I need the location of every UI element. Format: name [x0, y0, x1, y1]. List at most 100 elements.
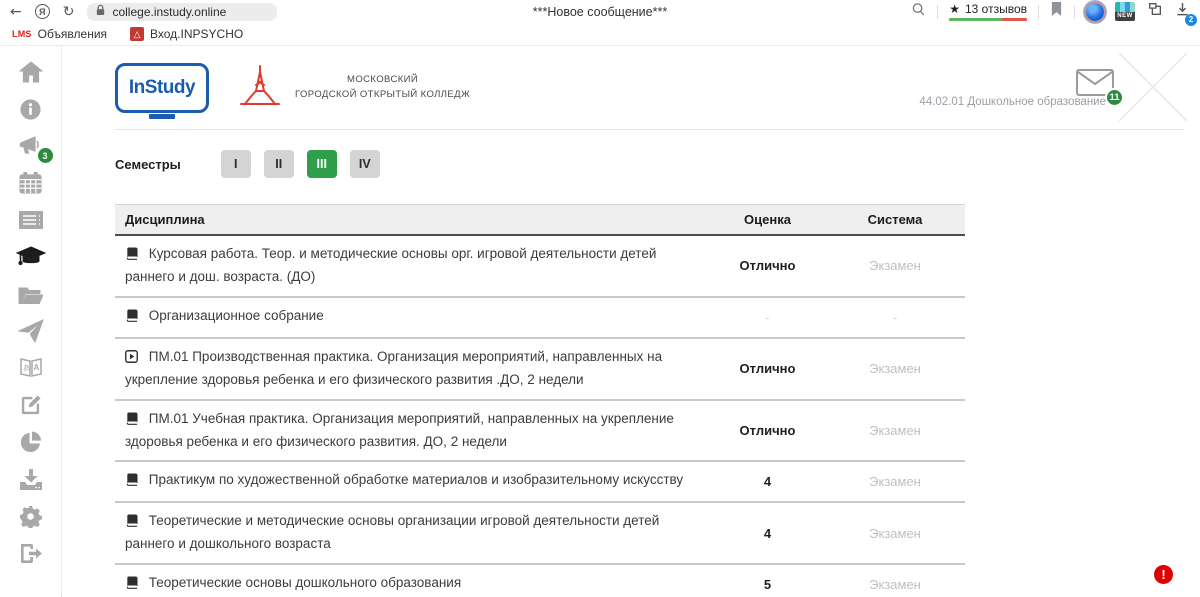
refresh-button[interactable]: ↻: [63, 5, 75, 19]
bookmark-flag-icon[interactable]: [1050, 1, 1063, 22]
college-logo: МОСКОВСКИЙ ГОРОДСКОЙ ОТКРЫТЫЙ КОЛЛЕДЖ: [235, 62, 470, 113]
url-text: college.instudy.online: [112, 5, 226, 19]
divider: [1074, 5, 1075, 19]
sidebar-item-translate[interactable]: あA: [16, 358, 46, 383]
back-button[interactable]: ←: [10, 5, 22, 19]
page-header: InStudy МОСКОВСКИЙ ГОРОДСКОЙ ОТКРЫТЫЙ КО…: [115, 46, 1184, 130]
system-cell: Экзамен: [825, 415, 965, 446]
sidebar-item-statistics[interactable]: [16, 432, 46, 457]
collections-icon[interactable]: [1146, 1, 1164, 22]
semesters-label: Семестры: [115, 157, 181, 172]
reviews-rating-bar: [949, 18, 1027, 21]
sidebar-item-edit[interactable]: [16, 395, 46, 420]
header-grade: Оценка: [710, 205, 825, 234]
sidebar-item-downloads[interactable]: [16, 469, 46, 494]
grades-table-header: Дисциплина Оценка Система: [115, 204, 965, 236]
bookmark-inpsycho[interactable]: △ Вход.INPSYCHO: [130, 27, 243, 41]
college-tower-icon: [235, 62, 285, 113]
bookmark-label: Объявления: [38, 27, 107, 41]
grades-table-body: Курсовая работа. Теор. и методические ос…: [115, 236, 965, 597]
book-icon: [125, 308, 138, 329]
address-bar[interactable]: college.instudy.online: [87, 3, 277, 21]
discipline-cell: ПМ.01 Учебная практика. Организация меро…: [115, 401, 710, 461]
sidebar-item-home[interactable]: [16, 62, 46, 87]
table-row[interactable]: Курсовая работа. Теор. и методические ос…: [115, 236, 965, 298]
discipline-cell: Курсовая работа. Теор. и методические ос…: [115, 236, 710, 296]
grade-cell: 4: [710, 466, 825, 497]
sidebar-item-journal[interactable]: [16, 210, 46, 235]
table-row[interactable]: ПМ.01 Производственная практика. Организ…: [115, 339, 965, 401]
toolbar-right: ★ 13 отзывов NEW 2: [905, 1, 1190, 22]
new-badge: NEW: [1115, 12, 1135, 21]
sidebar-item-logout[interactable]: [16, 543, 46, 568]
announcements-badge: 3: [38, 148, 53, 163]
grade-cell: Отлично: [710, 250, 825, 281]
bookmark-lms[interactable]: LMS Объявления: [12, 27, 107, 41]
svg-text:A: A: [33, 363, 39, 372]
sidebar-item-grades[interactable]: [16, 247, 46, 272]
logout-icon: [19, 543, 43, 569]
table-row[interactable]: Теоретические основы дошкольного образов…: [115, 565, 965, 597]
bookmarks-bar: LMS Объявления △ Вход.INPSYCHO: [0, 23, 1200, 46]
lock-icon: [95, 3, 106, 21]
discipline-cell: ПМ.01 Производственная практика. Организ…: [115, 339, 710, 399]
discipline-name: Теоретические и методические основы орга…: [125, 513, 659, 551]
reviews-label: 13 отзывов: [965, 2, 1027, 16]
table-row[interactable]: Организационное собрание - -: [115, 298, 965, 339]
divider: [937, 5, 938, 19]
sidebar-item-settings[interactable]: [16, 506, 46, 531]
semester-button-II[interactable]: II: [264, 150, 294, 178]
table-row[interactable]: Теоретические и методические основы орга…: [115, 503, 965, 565]
discipline-name: ПМ.01 Учебная практика. Организация меро…: [125, 411, 674, 449]
system-cell: Экзамен: [825, 353, 965, 384]
discipline-cell: Теоретические основы дошкольного образов…: [115, 565, 710, 597]
app-window: 3 あA: [0, 46, 1200, 597]
semester-button-I[interactable]: I: [221, 150, 251, 178]
discipline-name: Организационное собрание: [149, 308, 324, 323]
extension-art: [1115, 2, 1135, 12]
downloads-button[interactable]: 2: [1175, 2, 1190, 22]
sidebar-item-messages[interactable]: [16, 321, 46, 346]
instudy-logo[interactable]: InStudy: [115, 63, 209, 113]
book-icon: [125, 411, 138, 432]
system-cell: Экзамен: [825, 466, 965, 497]
instudy-logo-stand: [149, 114, 175, 119]
browser-home-button[interactable]: Я: [35, 4, 50, 19]
edit-icon: [19, 394, 42, 422]
calendar-icon: [19, 172, 42, 199]
sidebar-item-announcements[interactable]: 3: [16, 136, 46, 161]
discipline-name: Практикум по художественной обработке ма…: [149, 472, 683, 487]
paper-plane-icon: [18, 319, 44, 348]
book-icon: [125, 472, 138, 493]
star-icon: ★: [949, 2, 960, 16]
program-label: 44.02.01 Дошкольное образование: [919, 96, 1106, 108]
semester-button-IV[interactable]: IV: [350, 150, 380, 178]
grade-cell: Отлично: [710, 415, 825, 446]
sidebar-item-files[interactable]: [16, 284, 46, 309]
lms-favicon: LMS: [12, 29, 32, 39]
table-row[interactable]: Практикум по художественной обработке ма…: [115, 462, 965, 503]
bookmark-label: Вход.INPSYCHO: [150, 27, 243, 41]
grade-cell: 5: [710, 569, 825, 597]
sidebar-item-calendar[interactable]: [16, 173, 46, 198]
inpsycho-favicon: △: [130, 27, 144, 41]
site-reviews-button[interactable]: ★ 13 отзывов: [949, 2, 1027, 21]
grades-table: Дисциплина Оценка Система Курсовая работ…: [115, 204, 965, 597]
graduation-cap-icon: [16, 245, 46, 274]
alert-icon[interactable]: !: [1154, 565, 1173, 584]
close-icon[interactable]: [1116, 50, 1190, 124]
system-cell: -: [825, 302, 965, 333]
discipline-name: ПМ.01 Производственная практика. Организ…: [125, 349, 662, 387]
table-row[interactable]: ПМ.01 Учебная практика. Организация меро…: [115, 401, 965, 463]
college-name-line2: ГОРОДСКОЙ ОТКРЫТЫЙ КОЛЛЕДЖ: [295, 88, 470, 102]
info-icon: [19, 98, 42, 126]
semester-button-III[interactable]: III: [307, 150, 337, 178]
header-system: Система: [825, 205, 965, 234]
divider: [1038, 5, 1039, 19]
browser-profile-icon[interactable]: [1086, 3, 1104, 21]
sidebar-item-info[interactable]: [16, 99, 46, 124]
extension-new-icon[interactable]: NEW: [1115, 2, 1135, 21]
semester-switcher: Семестры IIIIIIIV: [115, 150, 1200, 178]
gear-icon: [19, 505, 42, 533]
search-icon[interactable]: [911, 2, 926, 22]
